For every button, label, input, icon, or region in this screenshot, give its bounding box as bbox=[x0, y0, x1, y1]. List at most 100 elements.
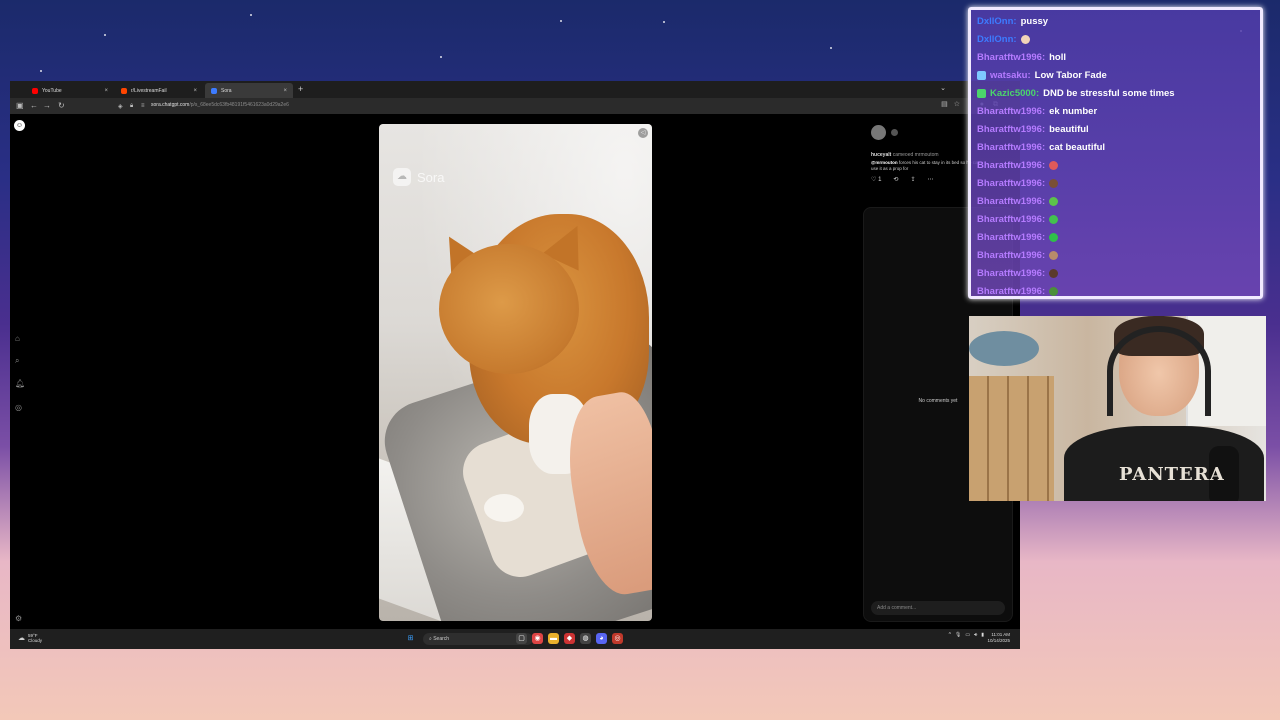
chat-username[interactable]: DxllOnn: bbox=[977, 34, 1017, 45]
lock-icon[interactable]: 🔒︎ bbox=[130, 103, 133, 110]
chat-badge-icon bbox=[977, 89, 986, 98]
chat-username[interactable]: Bharatftw1996: bbox=[977, 250, 1045, 261]
app-taskbar-icon[interactable]: ◍ bbox=[580, 633, 591, 644]
chat-emote-icon bbox=[1049, 287, 1059, 296]
video-cat-paw bbox=[484, 494, 524, 522]
chat-username[interactable]: Bharatftw1996: bbox=[977, 232, 1045, 243]
post-actions: ♡ 1 ⟲ ⇪ ⋯ bbox=[871, 176, 933, 183]
sora-watermark: ☁ Sora bbox=[393, 168, 444, 186]
discord-icon[interactable]: ◕ bbox=[596, 633, 607, 644]
star bbox=[440, 56, 442, 58]
sora-watermark-text: Sora bbox=[417, 169, 445, 185]
chat-username[interactable]: Bharatftw1996: bbox=[977, 106, 1045, 117]
url-field[interactable]: sora.chatgpt.com/p/s_68ee5dc63fb48191f54… bbox=[151, 102, 289, 108]
task-view-icon[interactable]: ▢ bbox=[516, 633, 527, 644]
tab-list-chevron-icon[interactable]: ⌄ bbox=[940, 84, 946, 92]
url-domain: sora.chatgpt.com bbox=[151, 102, 190, 108]
chat-username[interactable]: Bharatftw1996: bbox=[977, 142, 1045, 153]
address-bar-actions: ▤ ☆ bbox=[941, 100, 960, 108]
star bbox=[250, 14, 252, 16]
file-explorer-icon[interactable]: ▬ bbox=[548, 633, 559, 644]
browser-tab-bar: YouTube × r/LivestreamFail × Sora × + ⌄ bbox=[10, 81, 1020, 98]
close-tab-icon[interactable]: × bbox=[283, 88, 287, 94]
close-tab-icon[interactable]: × bbox=[104, 88, 108, 94]
comment-input[interactable]: Add a comment... bbox=[871, 601, 1005, 615]
sidebar-toggle-icon[interactable]: ▣ bbox=[16, 101, 24, 110]
chat-username[interactable]: Bharatftw1996: bbox=[977, 124, 1045, 135]
webcam-shelf bbox=[969, 376, 1054, 501]
webcam-feed: PANTERA bbox=[969, 316, 1266, 501]
tray-chevron-icon[interactable]: ^ bbox=[949, 632, 951, 638]
network-icon[interactable]: ▭ bbox=[965, 632, 970, 638]
mic-icon[interactable]: 🎙︎ bbox=[955, 632, 961, 638]
video-player[interactable]: ☁ Sora ◁ bbox=[379, 124, 652, 621]
battery-icon[interactable]: ▮ bbox=[981, 632, 984, 638]
heart-icon: ♡ bbox=[871, 177, 877, 183]
notifications-bell-icon[interactable]: 🔔︎ bbox=[15, 379, 25, 388]
close-tab-icon[interactable]: × bbox=[193, 88, 197, 94]
shield-icon[interactable]: ◈ bbox=[118, 103, 123, 110]
star bbox=[663, 21, 665, 23]
search-icon[interactable]: ⌕ bbox=[15, 356, 19, 366]
taskbar-search-label: Search bbox=[433, 636, 450, 642]
new-tab-button[interactable]: + bbox=[298, 84, 303, 94]
chrome-icon[interactable]: ◎ bbox=[612, 633, 623, 644]
reader-view-icon[interactable]: ▤ bbox=[941, 100, 948, 108]
site-info-icon[interactable]: ≡ bbox=[141, 103, 145, 109]
chat-text: ek number bbox=[1049, 106, 1098, 117]
bookmark-star-icon[interactable]: ☆ bbox=[954, 100, 960, 108]
chat-username[interactable]: Bharatftw1996: bbox=[977, 160, 1045, 171]
chat-username[interactable]: Bharatftw1996: bbox=[977, 52, 1045, 63]
chat-emote-icon bbox=[1049, 197, 1059, 206]
taskbar-clock[interactable]: 11:01 AM 10/14/2025 bbox=[987, 632, 1010, 644]
cloud-icon: ☁ bbox=[18, 634, 25, 642]
weather-widget[interactable]: ☁ 59°F Cloudy bbox=[18, 633, 42, 643]
volume-icon[interactable]: 🔊︎ bbox=[974, 632, 977, 638]
headphones-icon bbox=[1107, 326, 1211, 416]
avatar[interactable] bbox=[871, 125, 886, 140]
home-icon[interactable]: ⌂ bbox=[15, 334, 20, 343]
chat-username[interactable]: Kazic5000: bbox=[990, 88, 1039, 99]
post-action: cameoed mrmoutom bbox=[892, 152, 939, 158]
chat-text: cat beautiful bbox=[1049, 142, 1106, 153]
cameo-avatar[interactable] bbox=[891, 129, 898, 136]
chat-username[interactable]: Bharatftw1996: bbox=[977, 214, 1045, 225]
sora-logo-icon[interactable]: ☺ bbox=[14, 120, 25, 131]
chat-username[interactable]: Bharatftw1996: bbox=[977, 268, 1045, 279]
chat-message: Kazic5000: DND be stressful some times bbox=[977, 88, 1175, 99]
chat-username[interactable]: Bharatftw1996: bbox=[977, 178, 1045, 189]
chat-emote-icon bbox=[1049, 161, 1059, 170]
chat-username[interactable]: Bharatftw1996: bbox=[977, 196, 1045, 207]
like-button[interactable]: ♡ 1 bbox=[871, 176, 881, 183]
chat-text: Low Tabor Fade bbox=[1034, 70, 1107, 81]
tab-youtube[interactable]: YouTube × bbox=[26, 83, 114, 98]
mute-icon[interactable]: ◁ bbox=[638, 128, 648, 138]
settings-icon[interactable]: ⚙ bbox=[15, 614, 22, 623]
youtube-icon bbox=[32, 87, 38, 94]
windows-start-icon[interactable]: ⊞ bbox=[405, 633, 416, 644]
caption-mention[interactable]: @mrmouton bbox=[871, 160, 898, 165]
like-count: 1 bbox=[878, 177, 882, 183]
post-username[interactable]: huceyalt bbox=[871, 152, 891, 158]
tab-sora[interactable]: Sora × bbox=[205, 83, 293, 98]
browser-taskbar-icon[interactable]: ◉ bbox=[532, 633, 543, 644]
chat-username[interactable]: Bharatftw1996: bbox=[977, 286, 1045, 296]
tab-label: r/LivestreamFail bbox=[131, 87, 167, 94]
back-button[interactable]: ← bbox=[30, 101, 38, 110]
chat-message: Bharatftw1996: bbox=[977, 214, 1059, 225]
star bbox=[104, 34, 106, 36]
forward-button[interactable]: → bbox=[43, 101, 51, 110]
reload-button[interactable]: ↻ bbox=[58, 101, 65, 110]
more-options-icon[interactable]: ⋯ bbox=[927, 176, 933, 183]
chat-message: DxllOnn: bbox=[977, 34, 1030, 45]
system-tray: ^ 🎙︎ ▭ 🔊︎ ▮ bbox=[949, 632, 984, 638]
chat-username[interactable]: watsaku: bbox=[990, 70, 1031, 81]
profile-icon[interactable]: ◎ bbox=[15, 403, 22, 412]
tab-label: YouTube bbox=[42, 87, 62, 94]
chat-message: Bharatftw1996: beautiful bbox=[977, 124, 1089, 135]
chat-username[interactable]: DxllOnn: bbox=[977, 16, 1017, 27]
tab-livestreamfail[interactable]: r/LivestreamFail × bbox=[115, 83, 203, 98]
share-icon[interactable]: ⇪ bbox=[910, 176, 915, 183]
remix-icon[interactable]: ⟲ bbox=[893, 176, 898, 183]
app-taskbar-icon[interactable]: ◆ bbox=[564, 633, 575, 644]
